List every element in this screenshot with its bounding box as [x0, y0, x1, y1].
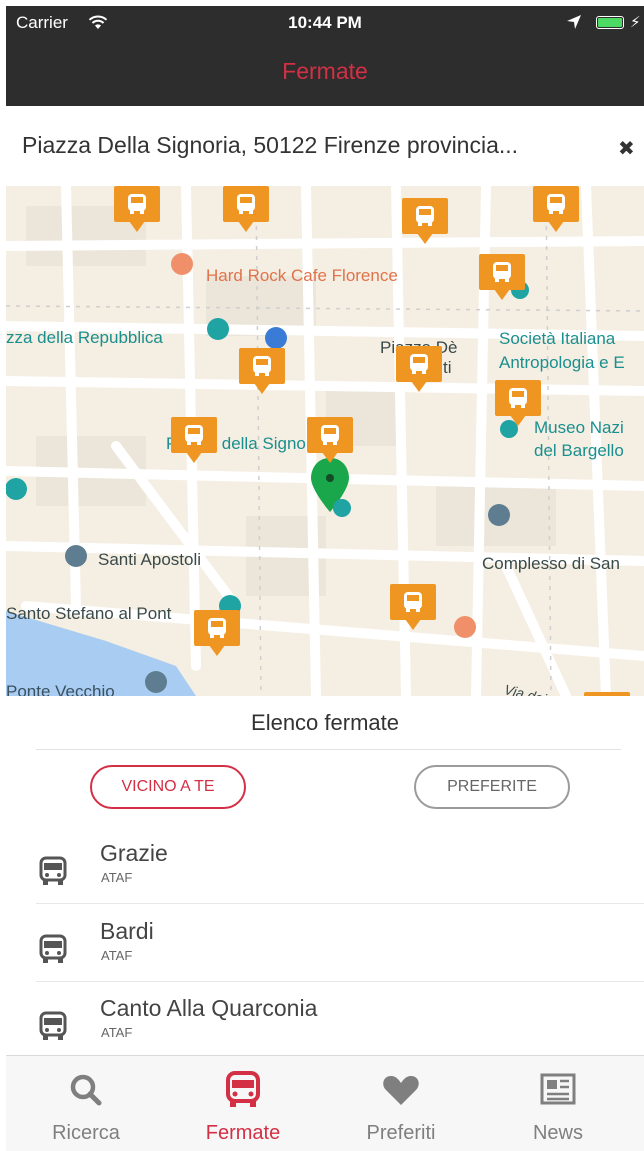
filter-nearby-button[interactable]: VICINO A TE	[90, 765, 246, 809]
tab-ricerca[interactable]: Ricerca	[6, 1056, 166, 1151]
navigation-bar: Fermate	[6, 40, 644, 106]
divider	[36, 749, 621, 750]
address-bar: Piazza Della Signoria, 50122 Firenze pro…	[6, 106, 644, 186]
tab-label: News	[532, 1122, 583, 1144]
clock: 10:44 PM	[288, 13, 362, 32]
stop-row[interactable]: Grazie ATAF	[6, 826, 644, 904]
tab-bar: Ricerca Fermate Preferiti News	[6, 1055, 644, 1151]
bus-stop-marker[interactable]	[171, 417, 217, 463]
map-label-complesso: Complesso di San	[482, 554, 620, 573]
tab-fermate[interactable]: Fermate	[163, 1056, 323, 1151]
bus-icon	[39, 1011, 67, 1040]
charging-icon: ⚡	[630, 14, 641, 31]
filter-favorites-button[interactable]: PREFERITE	[414, 765, 570, 809]
map-label-hard-rock: Hard Rock Cafe Florence	[206, 266, 398, 285]
tab-label: Fermate	[205, 1122, 281, 1144]
bus-stop-marker[interactable]	[479, 254, 525, 300]
search-icon	[70, 1074, 102, 1106]
address-text: Piazza Della Signoria, 50122 Firenze pro…	[22, 132, 519, 158]
bus-stop-marker[interactable]	[396, 346, 442, 392]
bus-stop-marker[interactable]	[194, 610, 240, 656]
map-label-antropologia: Antropologia e E	[499, 353, 625, 372]
bus-stop-marker[interactable]	[584, 692, 630, 696]
map-label-societa: Società Italiana	[499, 329, 616, 348]
map-label-santi-apostoli: Santi Apostoli	[98, 550, 202, 569]
tab-preferiti[interactable]: Preferiti	[321, 1056, 481, 1151]
stop-row[interactable]: Bardi ATAF	[6, 904, 644, 982]
stop-name: Bardi	[100, 918, 154, 944]
status-bar: Carrier 10:44 PM ⚡	[6, 6, 644, 40]
bus-icon	[39, 856, 67, 885]
tab-label: Ricerca	[52, 1122, 120, 1144]
bus-icon	[39, 934, 67, 963]
map-label-piazza-de-2: ti	[443, 358, 452, 377]
bus-stop-marker[interactable]	[223, 186, 269, 232]
stop-agency: ATAF	[101, 1025, 133, 1040]
tab-news[interactable]: News	[478, 1056, 638, 1151]
map-view[interactable]: Hard Rock Cafe Florence zza della Repubb…	[6, 186, 644, 696]
bus-stop-marker[interactable]	[495, 380, 541, 426]
bus-stop-marker[interactable]	[307, 417, 353, 463]
bus-stop-marker[interactable]	[390, 584, 436, 630]
stop-name: Canto Alla Quarconia	[100, 995, 318, 1021]
bus-icon	[226, 1071, 260, 1107]
heart-icon	[383, 1076, 419, 1105]
stop-agency: ATAF	[101, 870, 133, 885]
newspaper-icon	[540, 1073, 576, 1105]
stops-list-title: Elenco fermate	[251, 710, 399, 735]
stop-name: Grazie	[100, 840, 168, 866]
bus-stop-marker[interactable]	[114, 186, 160, 232]
location-arrow-icon	[566, 14, 582, 35]
battery-icon	[596, 16, 624, 29]
bus-stop-marker[interactable]	[533, 186, 579, 232]
close-icon[interactable]: ✖	[618, 136, 635, 161]
tab-label: Preferiti	[366, 1122, 436, 1144]
page-title: Fermate	[282, 58, 368, 84]
map-label-ponte-vecchio: Ponte Vecchio	[6, 682, 115, 696]
bus-stop-marker[interactable]	[402, 198, 448, 244]
map-label-museo: Museo Nazi	[534, 418, 624, 437]
stop-agency: ATAF	[101, 948, 133, 963]
map-label-repubblica: zza della Repubblica	[6, 328, 163, 347]
stop-row[interactable]: Canto Alla Quarconia ATAF	[6, 981, 644, 1059]
map-label-bargello: del Bargello	[534, 441, 624, 460]
bus-stop-marker[interactable]	[239, 348, 285, 394]
map-label-santo-stefano: Santo Stefano al Pont	[6, 604, 172, 623]
